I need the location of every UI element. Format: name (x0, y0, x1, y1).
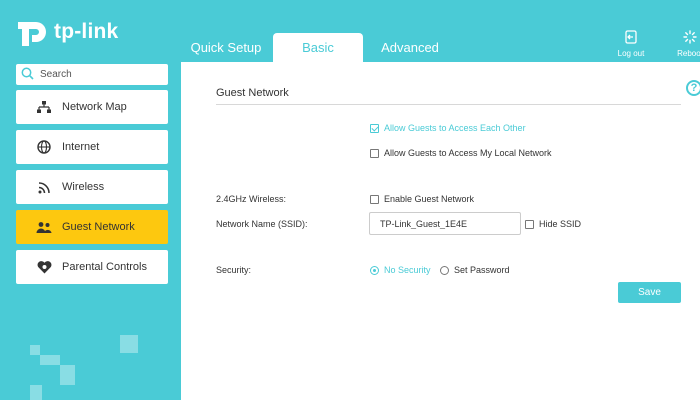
help-button[interactable]: ? (686, 80, 700, 96)
ssid-input[interactable] (369, 212, 521, 235)
sidebar-item-parental-controls[interactable]: Parental Controls (16, 250, 168, 284)
enable-guest-network-checkbox[interactable]: Enable Guest Network (370, 194, 474, 204)
save-button[interactable]: Save (618, 282, 681, 303)
wireless-band-label: 2.4GHz Wireless: (216, 194, 287, 204)
sidebar-item-internet[interactable]: Internet (16, 130, 168, 164)
reboot-icon (670, 30, 700, 46)
wireless-icon (36, 181, 52, 194)
page-title: Guest Network (216, 87, 289, 99)
sidebar-item-label: Network Map (62, 101, 127, 113)
guest-network-icon (36, 221, 52, 234)
main-content: Guest Network ? Allow Guests to Access E… (181, 62, 700, 400)
security-label: Security: (216, 265, 252, 275)
sidebar-item-guest-network[interactable]: Guest Network (16, 210, 168, 244)
logout-button[interactable]: Log out (611, 30, 651, 58)
checkbox-label: Allow Guests to Access My Local Network (384, 148, 552, 158)
globe-icon (36, 140, 52, 154)
checkbox-label: Enable Guest Network (384, 194, 475, 204)
no-security-radio[interactable]: No Security (370, 265, 431, 275)
checkbox-label: Hide SSID (539, 219, 582, 229)
search-input[interactable]: Search (16, 64, 168, 85)
parental-controls-icon (36, 260, 52, 274)
reboot-label: Reboot (677, 49, 700, 58)
sidebar-item-label: Guest Network (62, 221, 135, 233)
search-icon (21, 67, 40, 83)
allow-guests-local-network-checkbox[interactable]: Allow Guests to Access My Local Network (370, 148, 552, 158)
top-header: tp-link Quick Setup Basic Advanced Log o… (0, 0, 700, 63)
checkbox-label: Allow Guests to Access Each Other (384, 123, 526, 133)
checkbox-icon (370, 148, 379, 158)
decoration (30, 385, 42, 400)
tab-advanced[interactable]: Advanced (366, 33, 454, 63)
decoration (30, 345, 40, 355)
decoration (120, 335, 138, 353)
radio-label: Set Password (454, 265, 510, 275)
checkbox-checked-icon (370, 123, 379, 133)
search-placeholder: Search (40, 69, 72, 80)
logo-text: tp-link (54, 20, 119, 43)
tab-quick-setup[interactable]: Quick Setup (182, 33, 270, 63)
network-map-icon (36, 101, 52, 113)
divider (216, 104, 681, 105)
tp-link-logo: tp-link (14, 14, 118, 50)
radio-icon (440, 265, 449, 275)
logout-label: Log out (617, 49, 645, 58)
sidebar-item-label: Internet (62, 141, 100, 153)
reboot-button[interactable]: Reboot (670, 30, 700, 58)
decoration (40, 355, 60, 365)
ssid-label: Network Name (SSID): (216, 219, 308, 229)
radio-selected-icon (370, 265, 379, 275)
checkbox-icon (370, 194, 379, 204)
sidebar-item-network-map[interactable]: Network Map (16, 90, 168, 124)
decoration (60, 365, 75, 385)
sidebar-item-label: Parental Controls (62, 261, 147, 273)
sidebar-item-label: Wireless (62, 181, 105, 193)
radio-label: No Security (384, 265, 431, 275)
hide-ssid-checkbox[interactable]: Hide SSID (525, 219, 581, 229)
allow-guests-each-other-checkbox[interactable]: Allow Guests to Access Each Other (370, 123, 526, 133)
logout-icon (611, 30, 651, 46)
checkbox-icon (525, 219, 534, 229)
sidebar-item-wireless[interactable]: Wireless (16, 170, 168, 204)
tp-link-logo-icon (14, 14, 50, 50)
set-password-radio[interactable]: Set Password (440, 265, 510, 275)
tab-basic[interactable]: Basic (273, 33, 363, 63)
sidebar: Search Network Map Internet Wireless Gue… (0, 62, 180, 400)
